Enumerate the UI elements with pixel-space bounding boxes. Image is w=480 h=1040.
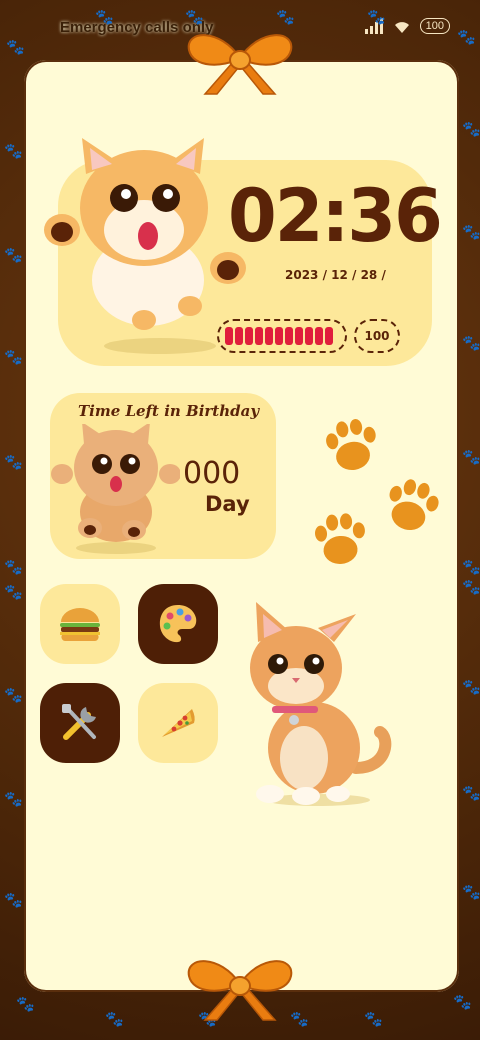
paw-icon: 🐾	[462, 678, 480, 696]
clock-date: 2023 / 12 / 28 /	[285, 268, 386, 282]
paw-prints-decoration	[315, 418, 439, 565]
wifi-icon	[394, 22, 409, 33]
clock-time: 02:36	[228, 172, 443, 260]
paw-icon: 🐾	[4, 686, 23, 704]
battery-segment	[255, 327, 263, 345]
battery-segment	[305, 327, 313, 345]
app-icon-pizza[interactable]	[138, 683, 218, 763]
paw-icon: 🐾	[462, 223, 480, 241]
paw-icon: 🐾	[4, 348, 23, 366]
paw-icon: 🐾	[462, 120, 480, 138]
app-icon-tools[interactable]	[40, 683, 120, 763]
paw-icon: 🐾	[4, 558, 23, 576]
paw-icon: 🐾	[462, 883, 480, 901]
paw-icon: 🐾	[4, 583, 23, 601]
paw-icon: 🐾	[185, 8, 204, 26]
battery-level-bar	[217, 319, 347, 353]
battery-icon: 100	[419, 18, 450, 34]
sitting-cat-illustration	[250, 602, 392, 806]
app-icon-palette[interactable]	[138, 584, 218, 664]
paw-icon: 🐾	[4, 891, 23, 909]
paw-icon: 🐾	[16, 995, 35, 1013]
palette-icon	[159, 605, 197, 643]
paw-icon: 🐾	[105, 1010, 124, 1028]
cheering-cat-illustration	[51, 424, 180, 554]
bow-ribbon-bottom	[187, 960, 293, 1021]
battery-segment	[245, 327, 253, 345]
paw-icon: 🐾	[367, 8, 386, 26]
paw-icon: 🐾	[6, 38, 25, 56]
paw-icon: 🐾	[457, 28, 476, 46]
paw-icon: 🐾	[462, 578, 480, 596]
battery-segment	[315, 327, 323, 345]
paw-icon: 🐾	[4, 246, 23, 264]
paw-icon: 🐾	[462, 558, 480, 576]
pizza-icon	[162, 709, 195, 737]
app-icon-burger[interactable]	[40, 584, 120, 664]
paw-icon: 🐾	[4, 790, 23, 808]
paw-icon: 🐾	[364, 1010, 383, 1028]
battery-segment	[265, 327, 273, 345]
paw-icon: 🐾	[462, 334, 480, 352]
battery-segment	[275, 327, 283, 345]
battery-segment	[325, 327, 333, 345]
battery-segment	[225, 327, 233, 345]
battery-segment	[235, 327, 243, 345]
paw-icon: 🐾	[462, 448, 480, 466]
battery-segment	[295, 327, 303, 345]
birthday-days-unit: Day	[205, 492, 250, 516]
battery-segment	[285, 327, 293, 345]
paw-icon: 🐾	[4, 142, 23, 160]
burger-icon	[60, 608, 100, 642]
paw-icon: 🐾	[453, 993, 472, 1011]
paw-icon: 🐾	[4, 453, 23, 471]
bow-ribbon-top	[187, 34, 293, 95]
birthday-days-count: 000	[183, 456, 241, 491]
battery-percent: 100	[354, 319, 400, 353]
paw-icon: 🐾	[462, 784, 480, 802]
paw-icon: 🐾	[276, 8, 295, 26]
tools-icon	[62, 704, 96, 740]
birthday-title: Time Left in Birthday	[78, 402, 260, 420]
paw-icon: 🐾	[95, 8, 114, 26]
